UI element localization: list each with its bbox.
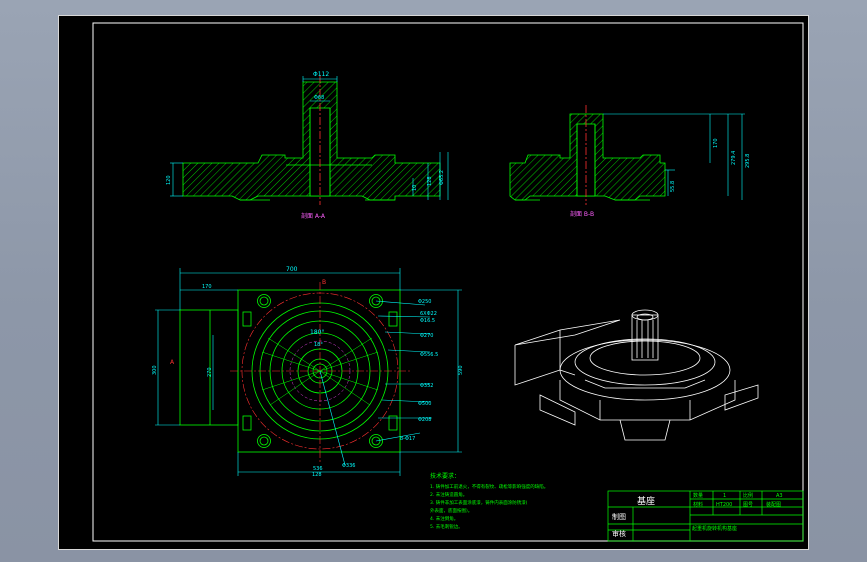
notes-title: 技术要求：: [430, 472, 460, 480]
dim-plan-6xphi22: 6XΦ22: [420, 311, 437, 317]
notes-line-4: 外表面，底面按图)。: [430, 507, 472, 514]
dim-plan-128: 128: [312, 472, 322, 478]
title-cell-3: 比例: [743, 492, 753, 499]
dim-b-170: 170: [713, 138, 719, 148]
isometric-view: [514, 309, 759, 441]
title-cell-2: 1: [723, 493, 726, 499]
dim-a-10: 10: [412, 185, 418, 191]
cad-drawing: Φ112 Φ68 Φ65.2 120 10 128 剖面 A-A 170 279…: [92, 22, 804, 542]
dim-plan-phi208: Φ208: [418, 417, 431, 423]
plan-dim-lines: [155, 268, 462, 476]
title-left-2: 审核: [612, 529, 626, 538]
dim-a-phi652: Φ65.2: [439, 170, 445, 185]
dim-a-120: 120: [166, 175, 172, 185]
notes-line-1: 1. 铸件加工前退火，不得有裂纹、疏松等影响强度的缺陷。: [430, 483, 548, 490]
title-cell-5: 材料: [693, 501, 703, 508]
dim-plan-700: 700: [286, 266, 298, 273]
dim-plan-phi5565: Φ556.5: [420, 352, 438, 358]
title-name: 基座: [637, 495, 655, 507]
dim-plan-536: 536: [313, 466, 323, 472]
title-company: 起重机旋转机构基座: [692, 525, 737, 532]
dim-plan-180deg: 180°: [310, 329, 324, 336]
title-cell-4: A3: [776, 493, 783, 499]
dim-a-phi112: Φ112: [313, 71, 329, 78]
dim-plan-18deg: 18°: [314, 342, 323, 348]
title-cell-8: 装配图: [766, 501, 781, 508]
title-cell-1: 数量: [693, 492, 703, 499]
section-b-label: 剖面 B-B: [570, 210, 594, 218]
notes-line-2: 2. 未注铸造圆角。: [430, 491, 467, 498]
section-a-label: 剖面 A-A: [301, 212, 326, 220]
dim-plan-270: 270: [207, 367, 213, 377]
dim-plan-phi270: Φ270: [420, 333, 433, 339]
dim-plan-phi336: Φ336: [342, 463, 355, 469]
dim-plan-phi500: Φ500: [418, 401, 431, 407]
dim-plan-phi352: Φ352: [420, 383, 433, 389]
dim-plan-8xphi17: 8-Φ17: [400, 436, 415, 442]
marker-b: B: [322, 279, 326, 286]
notes-line-5: 4. 未注倒角。: [430, 515, 458, 522]
section-b-view: [509, 105, 666, 205]
dim-plan-590: 590: [458, 365, 464, 375]
dim-plan-300: 300: [152, 365, 158, 375]
notes-line-6: 5. 去毛刺锐边。: [430, 523, 463, 530]
dim-plan-phi250: Φ250: [418, 299, 431, 305]
dim-b-2794: 279.4: [731, 151, 737, 165]
dim-plan-170: 170: [202, 284, 212, 290]
notes-line-3: 3. 铸件非加工表面涂底漆，铸件内表面涂防锈漆(: [430, 499, 528, 506]
title-cell-7: 图号: [743, 502, 753, 508]
marker-a: A: [170, 359, 175, 366]
title-cell-6: HT200: [716, 502, 732, 508]
dim-a-phi68: Φ68: [314, 95, 324, 101]
title-left-1: 制图: [612, 512, 626, 521]
inner-frame: [92, 22, 804, 542]
dim-b-2958: 295.8: [745, 154, 751, 168]
dim-a-128: 128: [427, 176, 433, 186]
section-a-view: [182, 75, 441, 205]
dim-plan-phi165: Φ16.5: [420, 318, 435, 324]
dim-b-558: 55.8: [670, 181, 676, 192]
